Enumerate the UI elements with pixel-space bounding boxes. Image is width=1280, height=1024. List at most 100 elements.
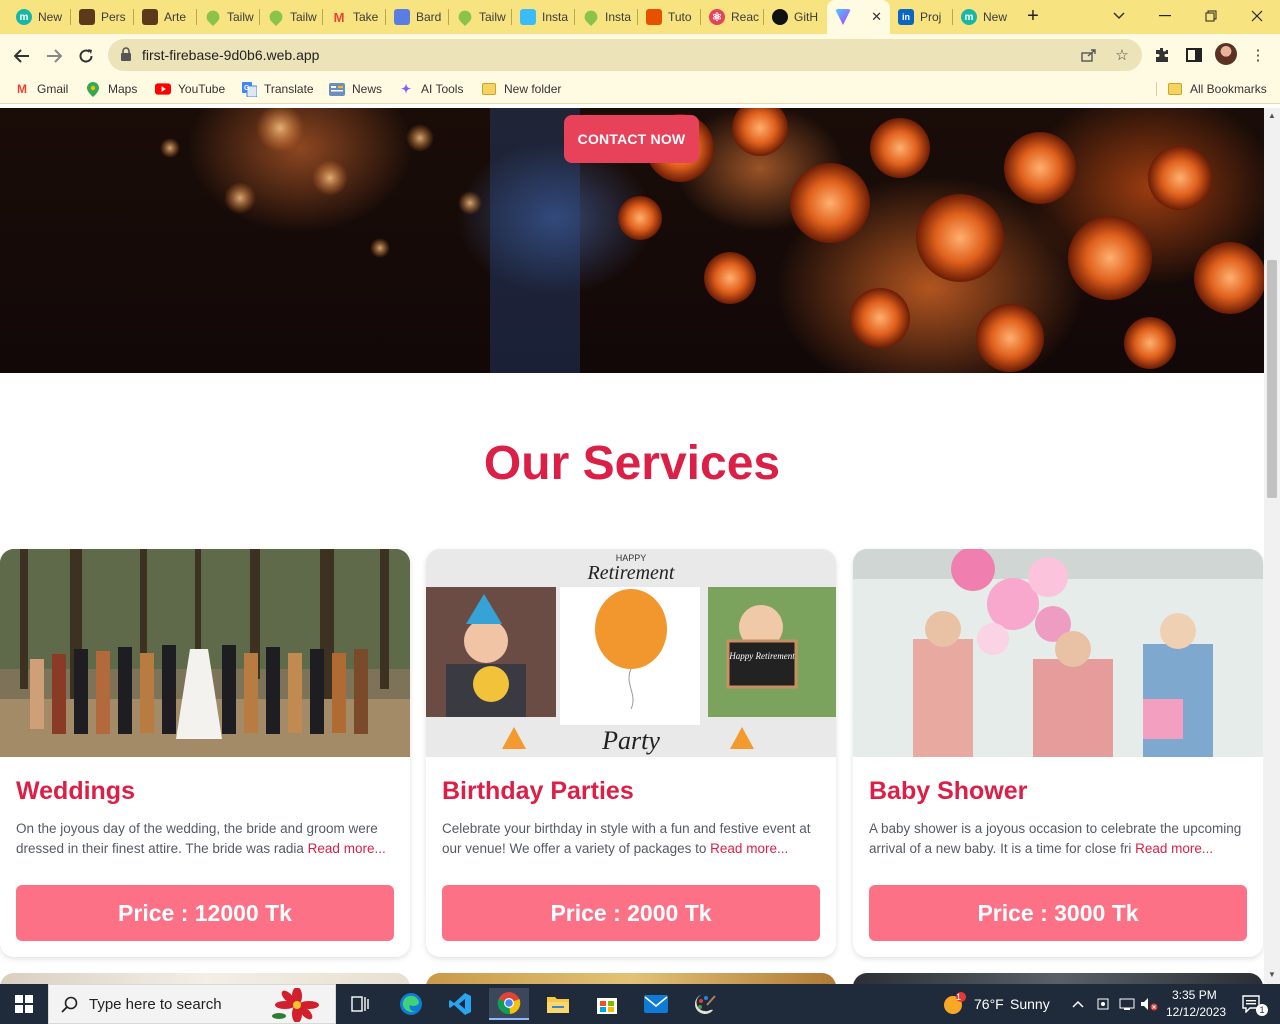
service-title: Birthday Parties xyxy=(442,777,634,805)
tab-9[interactable]: Insta xyxy=(575,4,638,30)
price-button[interactable]: Price : 12000 Tk xyxy=(16,885,394,941)
chart-icon xyxy=(646,9,662,25)
tab-0[interactable]: m New xyxy=(8,4,71,30)
bookmark-ai-tools[interactable]: ✦ AI Tools xyxy=(398,82,464,96)
task-view-icon[interactable] xyxy=(340,988,380,1020)
forward-icon[interactable] xyxy=(41,43,67,69)
price-button[interactable]: Price : 3000 Tk xyxy=(869,885,1247,941)
restore-icon[interactable] xyxy=(1188,0,1234,32)
profile-avatar[interactable] xyxy=(1215,43,1237,65)
price-button[interactable]: Price : 2000 Tk xyxy=(442,885,820,941)
bookmark-new-folder[interactable]: New folder xyxy=(481,82,561,96)
bookmark-gmail[interactable]: M Gmail xyxy=(14,82,68,96)
side-panel-icon[interactable] xyxy=(1182,43,1206,67)
scroll-up-icon[interactable]: ▲ xyxy=(1268,111,1276,120)
url-text: first-firebase-9d0b6.web.app xyxy=(142,47,320,63)
clock-time[interactable]: 3:35 PM xyxy=(1172,988,1217,1002)
windows-start-icon[interactable] xyxy=(4,988,44,1020)
tab-search-icon[interactable] xyxy=(1096,0,1142,32)
tab-14[interactable]: in Proj xyxy=(890,4,953,30)
weather-temp[interactable]: 76°F xyxy=(974,996,1004,1012)
edge-icon[interactable] xyxy=(391,988,431,1020)
chrome-icon[interactable] xyxy=(489,988,529,1020)
tray-chevron-up-icon[interactable] xyxy=(1066,988,1090,1020)
minimize-icon[interactable] xyxy=(1142,0,1188,32)
service-card-partial xyxy=(853,973,1263,984)
poinsettia-icon xyxy=(272,988,319,1022)
menu-kebab-icon[interactable]: ⋮ xyxy=(1246,43,1270,67)
scroll-down-icon[interactable]: ▼ xyxy=(1268,970,1276,979)
service-card-weddings[interactable]: Weddings On the joyous day of the weddin… xyxy=(0,549,410,957)
volume-muted-icon[interactable] xyxy=(1138,988,1160,1020)
tab-3[interactable]: Tailw xyxy=(197,4,260,30)
bookmark-youtube[interactable]: YouTube xyxy=(155,82,225,96)
bookmark-maps[interactable]: Maps xyxy=(85,81,137,97)
vscode-icon[interactable] xyxy=(440,988,480,1020)
tab-12[interactable]: GitH xyxy=(764,4,827,30)
tab-label: Reac xyxy=(731,10,760,24)
search-icon xyxy=(61,996,78,1013)
tab-11[interactable]: ⚛ Reac xyxy=(701,4,764,30)
file-explorer-icon[interactable] xyxy=(538,988,578,1020)
tab-label: Tailw xyxy=(479,10,506,24)
service-card-birthday[interactable]: HAPPY Retirement Happy Retirement Party … xyxy=(426,549,836,957)
read-more-link[interactable]: Read more... xyxy=(710,841,788,856)
baby-shower-image xyxy=(853,549,1263,757)
sparkle-icon: ✦ xyxy=(400,82,412,96)
mail-icon[interactable] xyxy=(636,988,676,1020)
tab-10[interactable]: Tuto xyxy=(638,4,701,30)
share-icon[interactable] xyxy=(1078,45,1100,65)
page-scrollbar[interactable]: ▲ ▼ xyxy=(1264,108,1280,984)
extensions-icon[interactable] xyxy=(1150,43,1174,67)
tab-5[interactable]: M Take xyxy=(323,4,386,30)
browser-tab-strip: m New Pers Arte Tailw Tailw M Take Bard Tailw Inst… xyxy=(0,0,1280,34)
linkedin-icon: in xyxy=(898,9,914,25)
weather-badge: 1 xyxy=(956,992,962,1002)
close-window-icon[interactable] xyxy=(1234,0,1280,32)
service-description: Celebrate your birthday in style with a … xyxy=(442,819,822,859)
meet-now-icon[interactable] xyxy=(1092,988,1114,1020)
tab-label: New xyxy=(38,10,63,24)
network-icon[interactable] xyxy=(1116,988,1138,1020)
scroll-thumb[interactable] xyxy=(1267,260,1277,498)
tab-7[interactable]: Tailw xyxy=(449,4,512,30)
tab-label: Arte xyxy=(164,10,187,24)
service-card-partial xyxy=(426,973,836,984)
all-bookmarks[interactable]: All Bookmarks xyxy=(1156,82,1267,96)
weather-text[interactable]: Sunny xyxy=(1010,996,1050,1012)
notification-count: 1 xyxy=(1256,1004,1268,1016)
tab-13[interactable]: ✕ xyxy=(827,0,890,34)
maps-pin-icon xyxy=(85,81,101,97)
taskbar-search-box[interactable]: Type here to search xyxy=(48,984,336,1024)
new-tab-button[interactable]: + xyxy=(1022,6,1044,28)
tab-1[interactable]: Pers xyxy=(71,4,134,30)
tab-6[interactable]: Bard xyxy=(386,4,449,30)
tab-label: GitH xyxy=(794,10,818,24)
notification-icon[interactable]: 1 xyxy=(1232,988,1272,1020)
tab-4[interactable]: Tailw xyxy=(260,4,323,30)
service-card-baby-shower[interactable]: Baby Shower A baby shower is a joyous oc… xyxy=(853,549,1263,957)
all-bookmarks-label: All Bookmarks xyxy=(1190,82,1267,96)
bookmark-translate[interactable]: G Translate xyxy=(241,81,314,97)
address-bar[interactable]: first-firebase-9d0b6.web.app ☆ xyxy=(108,39,1142,71)
bookmark-label: New folder xyxy=(504,82,562,96)
m-circle-icon: m xyxy=(16,9,32,25)
read-more-link[interactable]: Read more... xyxy=(308,841,386,856)
tab-label: Proj xyxy=(920,10,942,24)
tab-8[interactable]: Insta xyxy=(512,4,575,30)
reload-icon[interactable] xyxy=(73,43,99,69)
close-tab-icon[interactable]: ✕ xyxy=(871,9,882,25)
microsoft-store-icon[interactable] xyxy=(587,988,627,1020)
contact-now-button[interactable]: CONTACT NOW xyxy=(564,115,699,163)
bookmark-label: News xyxy=(352,82,383,96)
bookmark-news[interactable]: News xyxy=(329,82,382,96)
paint-icon[interactable] xyxy=(685,988,725,1020)
tab-2[interactable]: Arte xyxy=(134,4,197,30)
back-icon[interactable] xyxy=(9,43,35,69)
weather-sun-icon[interactable] xyxy=(934,988,974,1020)
tab-15[interactable]: m New xyxy=(953,4,1016,30)
bookmark-star-icon[interactable]: ☆ xyxy=(1111,45,1133,65)
svg-text:G: G xyxy=(244,85,250,92)
read-more-link[interactable]: Read more... xyxy=(1135,841,1213,856)
clock-date[interactable]: 12/12/2023 xyxy=(1166,1005,1226,1019)
